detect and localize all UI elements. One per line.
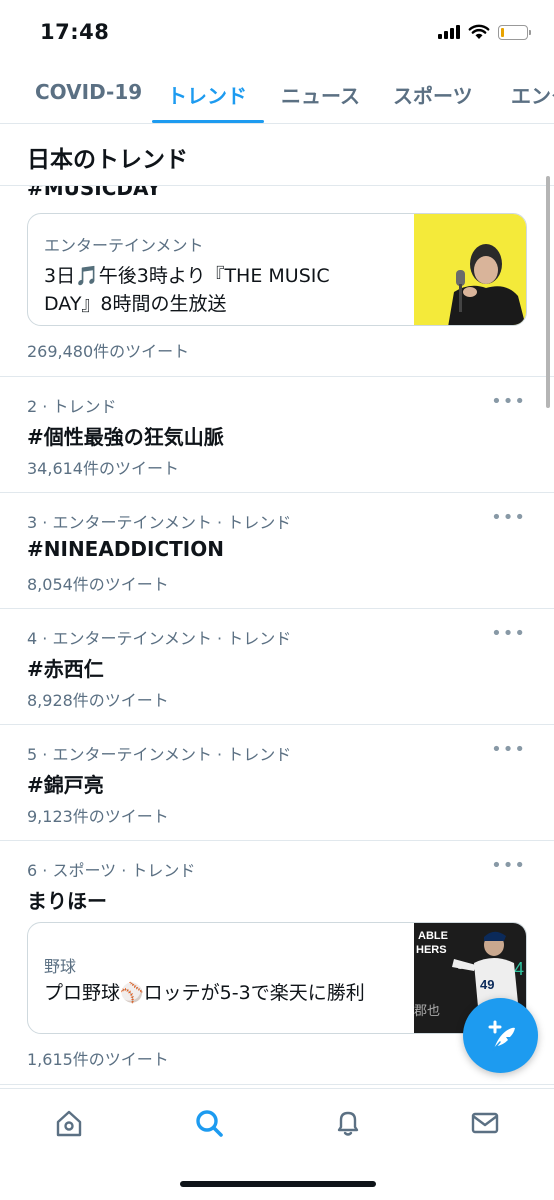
tab-news[interactable]: ニュース	[281, 80, 360, 109]
svg-text:郡也: 郡也	[414, 1004, 440, 1019]
status-icons	[438, 24, 531, 40]
trend-meta: 3 · エンターテインメント · トレンド	[27, 513, 292, 532]
news-headline: 3日🎵午後3時より『THE MUSIC DAY』8時間の生放送	[44, 265, 330, 315]
news-headline: プロ野球⚾ロッテが5-3で楽天に勝利	[44, 982, 365, 1004]
more-options-icon[interactable]: •••	[491, 507, 526, 528]
news-card[interactable]: エンターテインメント 3日🎵午後3時より『THE MUSIC DAY』8時間の生…	[27, 213, 527, 326]
trend-meta: 5 · エンターテインメント · トレンド	[27, 745, 292, 764]
compose-feather-icon	[488, 1020, 515, 1051]
trend-count: 34,614件のツイート	[27, 459, 179, 478]
trend-title: #NINEADDICTION	[27, 537, 224, 561]
tab-covid19[interactable]: COVID-19	[35, 80, 142, 104]
divider	[0, 1084, 554, 1085]
trend-meta: 2 · トレンド	[27, 397, 117, 416]
svg-text:ABLE: ABLE	[418, 930, 448, 942]
news-thumbnail	[414, 214, 526, 325]
trend-item[interactable]: 4 · エンターテインメント · トレンド #赤西仁 8,928件のツイート •…	[0, 609, 554, 724]
svg-text:HERS: HERS	[416, 944, 447, 956]
section-header: 日本のトレンド	[0, 124, 554, 186]
page-title: 日本のトレンド	[27, 147, 188, 173]
more-options-icon[interactable]: •••	[491, 391, 526, 412]
svg-text:49: 49	[480, 977, 494, 992]
tab-entertainment[interactable]: エンタ	[511, 80, 554, 109]
trend-item[interactable]: 2 · トレンド #個性最強の狂気山脈 34,614件のツイート •••	[0, 377, 554, 492]
home-icon[interactable]	[53, 1107, 85, 1139]
bell-icon[interactable]	[332, 1107, 364, 1139]
trends-list: #MUSICDAY エンターテインメント 3日🎵午後3時より『THE MUSIC…	[0, 186, 554, 1088]
signal-icon	[438, 25, 460, 39]
status-time: 17:48	[40, 20, 110, 44]
mail-icon[interactable]	[469, 1107, 501, 1139]
news-category: 野球	[44, 957, 77, 976]
trend-meta: 4 · エンターテインメント · トレンド	[27, 629, 292, 648]
trend-title: まりほー	[27, 889, 107, 913]
more-options-icon[interactable]: •••	[491, 623, 526, 644]
trend-title: #錦戸亮	[27, 773, 104, 797]
tab-trends[interactable]: トレンド	[167, 80, 247, 109]
more-options-icon[interactable]: •••	[491, 855, 526, 876]
news-category: エンターテインメント	[44, 236, 204, 255]
wifi-icon	[468, 24, 490, 39]
battery-icon	[498, 24, 531, 40]
compose-tweet-button[interactable]	[463, 998, 538, 1073]
news-card[interactable]: 野球 プロ野球⚾ロッテが5-3で楽天に勝利 ABLE HERS 2021 4 郡…	[27, 922, 527, 1034]
scrollbar[interactable]	[546, 176, 550, 408]
search-icon[interactable]	[193, 1107, 225, 1139]
trend-item[interactable]: 5 · エンターテインメント · トレンド #錦戸亮 9,123件のツイート •…	[0, 725, 554, 840]
svg-text:4: 4	[514, 959, 524, 979]
home-indicator	[180, 1181, 376, 1187]
trend-item[interactable]: 3 · エンターテインメント · トレンド #NINEADDICTION 8,0…	[0, 493, 554, 608]
tweet-count: 1,615件のツイート	[27, 1050, 169, 1069]
active-tab-indicator	[152, 120, 264, 123]
trend-meta: 6 · スポーツ · トレンド	[27, 861, 196, 880]
status-bar: 17:48	[0, 0, 554, 62]
tab-bar: COVID-19 トレンド ニュース スポーツ エンタ	[0, 62, 554, 124]
trend-count: 8,054件のツイート	[27, 575, 169, 594]
trend-title: #個性最強の狂気山脈	[27, 425, 224, 449]
tab-sports[interactable]: スポーツ	[393, 80, 473, 109]
tweet-count: 269,480件のツイート	[27, 342, 190, 361]
trend-title-cut[interactable]: #MUSICDAY	[27, 186, 161, 200]
trend-title: #赤西仁	[27, 657, 104, 681]
more-options-icon[interactable]: •••	[491, 739, 526, 760]
trend-count: 9,123件のツイート	[27, 807, 169, 826]
trend-count: 8,928件のツイート	[27, 691, 169, 710]
